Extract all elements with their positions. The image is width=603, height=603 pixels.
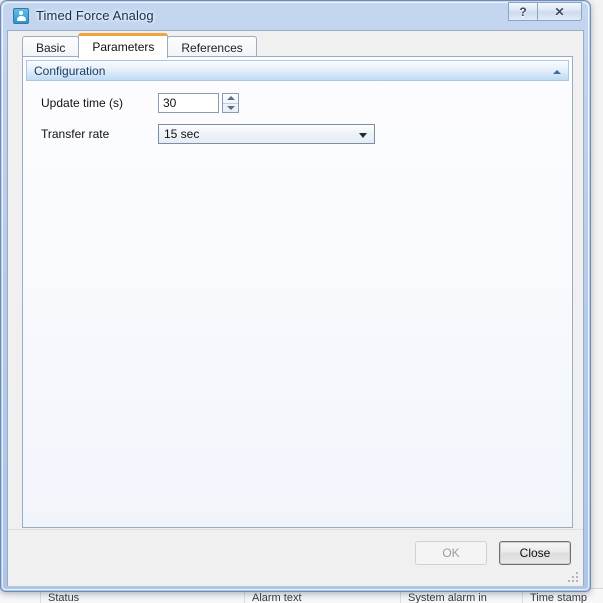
transfer-rate-label: Transfer rate	[41, 127, 110, 141]
transfer-rate-select[interactable]: 15 sec	[158, 124, 375, 144]
tab-parameters-label: Parameters	[92, 40, 155, 54]
close-window-button[interactable]: ✕	[537, 2, 582, 21]
question-mark-icon: ?	[519, 4, 527, 19]
parameters-tab-page: Configuration Update time (s) 30 Transfe…	[22, 56, 573, 528]
update-time-input[interactable]: 30	[158, 93, 219, 113]
window-controls: ? ✕	[508, 2, 582, 21]
update-time-stepper[interactable]	[222, 93, 239, 113]
tab-strip: Basic Parameters References	[8, 31, 583, 58]
update-time-value: 30	[163, 96, 177, 110]
client-area: Basic Parameters References Configuratio…	[7, 30, 584, 586]
configuration-group-header[interactable]: Configuration	[26, 60, 569, 81]
close-button-label: Close	[519, 546, 551, 560]
tab-references-label: References	[181, 40, 243, 55]
tab-basic[interactable]: Basic	[22, 36, 80, 58]
dialog-footer: OK Close	[8, 529, 583, 586]
configuration-form: Update time (s) 30 Transfer rate 15 sec	[23, 81, 572, 145]
ok-button[interactable]: OK	[415, 541, 487, 565]
resize-grip-icon[interactable]	[567, 571, 580, 584]
spinner-up-icon[interactable]	[223, 94, 238, 104]
dialog-window: Timed Force Analog ? ✕ Basic Parameters …	[0, 0, 591, 592]
update-time-label: Update time (s)	[41, 96, 124, 110]
title-bar[interactable]: Timed Force Analog ? ✕	[7, 1, 584, 30]
analog-signal-icon	[13, 7, 29, 24]
chevron-down-icon[interactable]	[359, 133, 367, 138]
transfer-rate-row: Transfer rate 15 sec	[41, 123, 572, 145]
tab-basic-label: Basic	[36, 40, 66, 55]
close-icon: ✕	[554, 4, 565, 19]
ok-button-label: OK	[442, 546, 460, 560]
chevron-up-icon[interactable]	[551, 66, 562, 77]
help-button[interactable]: ?	[508, 2, 537, 21]
footer-buttons: OK Close	[415, 541, 571, 565]
update-time-row: Update time (s) 30	[41, 92, 572, 114]
spinner-down-icon[interactable]	[223, 104, 238, 113]
tab-references[interactable]: References	[167, 36, 257, 58]
close-button[interactable]: Close	[499, 541, 571, 565]
configuration-group-title: Configuration	[34, 63, 106, 78]
window-title: Timed Force Analog	[36, 8, 154, 23]
transfer-rate-value: 15 sec	[164, 127, 200, 141]
tab-parameters[interactable]: Parameters	[78, 33, 169, 58]
